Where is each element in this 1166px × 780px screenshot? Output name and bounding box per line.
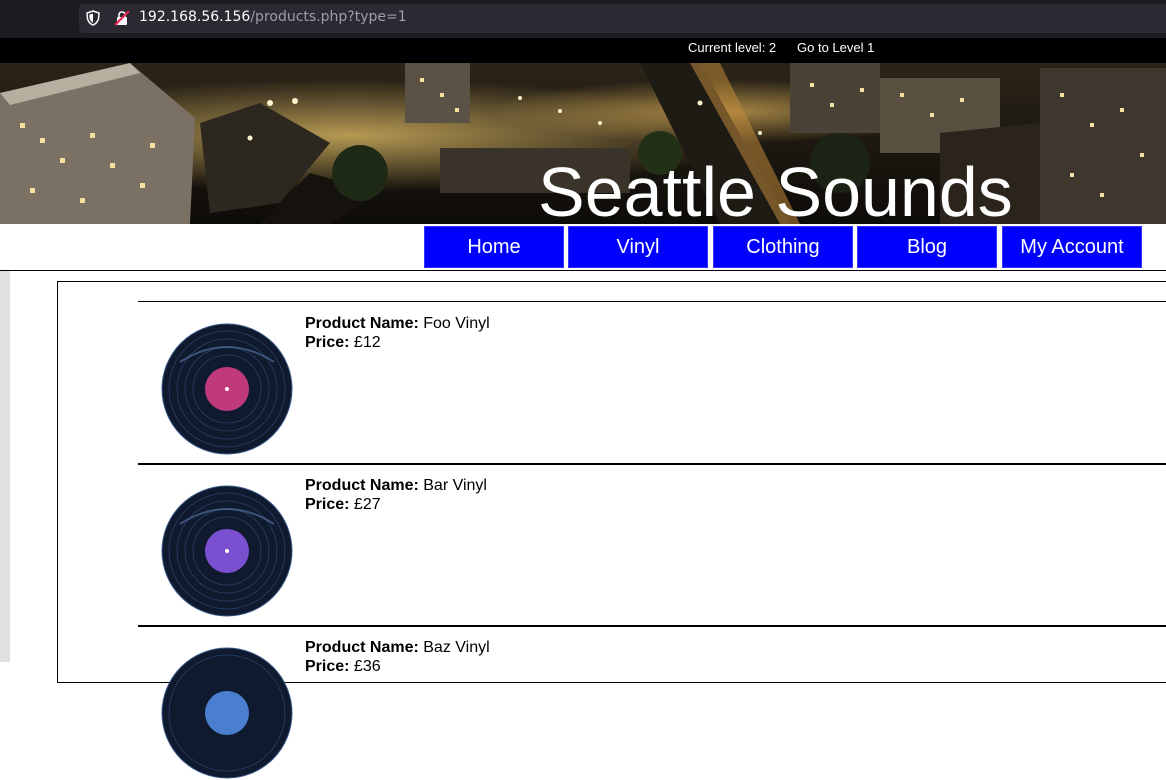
product-name-line: Product Name: Baz Vinyl — [305, 638, 490, 657]
product-divider — [138, 625, 1166, 627]
product-price: £12 — [353, 334, 381, 351]
product-divider — [138, 301, 1166, 302]
vinyl-record-image[interactable] — [160, 484, 294, 618]
product-divider — [138, 463, 1166, 465]
nav-my-account-button[interactable]: My Account — [1002, 226, 1142, 268]
left-gutter — [0, 271, 10, 662]
shield-icon[interactable] — [86, 10, 100, 26]
vinyl-record-image[interactable] — [160, 322, 294, 456]
product-price: £36 — [353, 658, 381, 675]
product-price: £27 — [353, 496, 381, 513]
price-label: Price: — [305, 658, 350, 675]
product-name: Foo Vinyl — [423, 315, 490, 332]
goto-level-link[interactable]: Go to Level 1 — [797, 40, 874, 55]
product-price-line: Price: £27 — [305, 495, 381, 514]
product-name-label: Product Name: — [305, 477, 419, 494]
product-name: Baz Vinyl — [423, 639, 490, 656]
nav-clothing-button[interactable]: Clothing — [713, 226, 853, 268]
product-price-line: Price: £36 — [305, 657, 381, 676]
product-name: Bar Vinyl — [423, 477, 487, 494]
url-text[interactable]: 192.168.56.156/products.php?type=1 — [139, 9, 407, 25]
url-path: /products.php?type=1 — [250, 9, 407, 25]
price-label: Price: — [305, 496, 350, 513]
browser-toolbar: 192.168.56.156/products.php?type=1 — [0, 0, 1166, 38]
insecure-lock-icon[interactable] — [114, 10, 130, 26]
site-title: Seattle Sounds — [538, 153, 1013, 231]
product-name-line: Product Name: Bar Vinyl — [305, 476, 487, 495]
current-level-text: Current level: 2 — [688, 40, 777, 55]
vinyl-record-image[interactable] — [160, 646, 294, 780]
product-name-label: Product Name: — [305, 315, 419, 332]
nav-blog-button[interactable]: Blog — [857, 226, 997, 268]
level-bar — [0, 38, 1166, 63]
product-name-line: Product Name: Foo Vinyl — [305, 314, 490, 333]
price-label: Price: — [305, 334, 350, 351]
nav-home-button[interactable]: Home — [424, 226, 564, 268]
url-host: 192.168.56.156 — [139, 9, 251, 25]
product-name-label: Product Name: — [305, 639, 419, 656]
nav-vinyl-button[interactable]: Vinyl — [568, 226, 708, 268]
product-price-line: Price: £12 — [305, 333, 381, 352]
